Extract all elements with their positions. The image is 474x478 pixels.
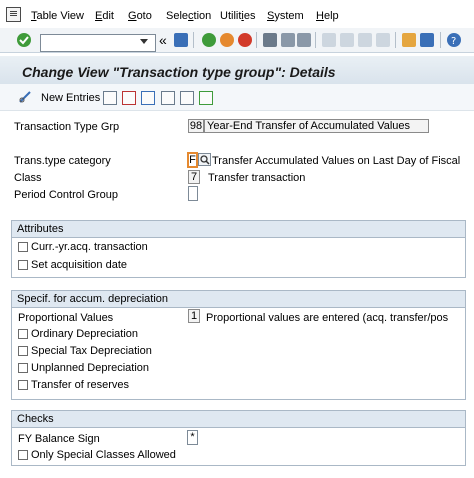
set-acquisition-date-label: Set acquisition date [31,259,128,271]
menu-edit[interactable]: Edit [95,10,114,22]
find-icon[interactable] [281,33,295,47]
checks-heading: Checks [12,411,465,428]
help-question-icon: ? [451,36,456,47]
new-entries-button[interactable]: New Entries [41,92,100,104]
copy-as-icon[interactable] [103,91,117,105]
print-icon[interactable] [263,33,277,47]
class-description: Transfer transaction [208,172,306,184]
transfer-of-reserves-checkbox[interactable] [18,380,28,390]
help-icon[interactable]: ? [447,33,461,47]
menu-goto[interactable]: Goto [128,10,152,22]
display-change-icon[interactable] [18,90,34,104]
attributes-heading: Attributes [12,221,465,238]
exit-icon[interactable] [220,33,234,47]
menu-help[interactable]: Help [316,10,339,22]
select-all-icon[interactable] [161,91,175,105]
pencil-glasses-icon [19,91,31,103]
search-help-icon[interactable] [198,153,211,166]
unplanned-depreciation-label: Unplanned Depreciation [31,362,150,374]
ordinary-depreciation-label: Ordinary Depreciation [31,328,138,340]
curr-yr-acq-label: Curr.-yr.acq. transaction [31,241,148,253]
transaction-type-grp-field: 98 [188,119,204,133]
curr-yr-acq-checkbox[interactable] [18,242,28,252]
proportional-values-field: 1 [188,309,200,323]
transfer-of-reserves-label: Transfer of reserves [31,379,130,391]
toolbar-separator [193,32,194,48]
select-block-icon[interactable] [180,91,194,105]
toolbar-separator [395,32,396,48]
svg-text:?: ? [451,36,456,47]
toolbar-separator [315,32,316,48]
special-tax-depreciation-label: Special Tax Depreciation [31,345,152,357]
proportional-values-label: Proportional Values [18,312,114,324]
menu-utilities[interactable]: Utilities [220,10,255,22]
menu-selection[interactable]: Selection [166,10,211,22]
period-control-group-label: Period Control Group [14,189,118,201]
previous-page-icon[interactable] [340,33,354,47]
create-session-icon[interactable] [402,33,416,47]
check-glyph-icon [19,36,29,45]
menu-system[interactable]: System [267,10,304,22]
first-page-icon[interactable] [322,33,336,47]
magnifier-icon [200,155,210,165]
undo-change-icon[interactable] [141,91,155,105]
enter-check-icon[interactable] [17,33,31,47]
delete-icon[interactable] [122,91,136,105]
page-title: Change View "Transaction type group": De… [22,64,336,80]
only-special-classes-label: Only Special Classes Allowed [31,449,176,461]
toolbar-separator [256,32,257,48]
proportional-values-description: Proportional values are entered (acq. tr… [206,312,449,324]
trans-type-category-field[interactable]: F [187,152,198,168]
deselect-all-icon[interactable] [199,91,213,105]
trans-type-category-label: Trans.type category [14,155,111,167]
accum-depreciation-heading: Specif. for accum. depreciation [12,291,465,308]
class-field: 7 [188,170,200,184]
period-control-group-field[interactable] [188,186,198,201]
back-icon[interactable] [202,33,216,47]
ordinary-depreciation-checkbox[interactable] [18,329,28,339]
command-dropdown-icon[interactable] [138,35,148,47]
transaction-type-grp-label: Transaction Type Grp [14,121,120,133]
find-next-icon[interactable] [297,33,311,47]
transaction-type-grp-description: Year-End Transfer of Accumulated Values [204,119,429,133]
shortcut-icon[interactable] [420,33,434,47]
fy-balance-sign-field[interactable]: * [187,430,198,445]
system-menu-icon[interactable] [6,7,21,22]
set-acquisition-date-checkbox[interactable] [18,260,28,270]
unplanned-depreciation-checkbox[interactable] [18,363,28,373]
menu-table-view[interactable]: Table View [31,10,84,22]
class-label: Class [14,172,42,184]
only-special-classes-checkbox[interactable] [18,450,28,460]
fy-balance-sign-label: FY Balance Sign [18,433,100,445]
trans-type-category-description: Transfer Accumulated Values on Last Day … [212,155,461,167]
last-page-icon[interactable] [376,33,390,47]
toolbar-separator [440,32,441,48]
back-chevrons-icon[interactable]: « [159,32,167,48]
cancel-icon[interactable] [238,33,252,47]
save-icon[interactable] [174,33,188,47]
next-page-icon[interactable] [358,33,372,47]
special-tax-depreciation-checkbox[interactable] [18,346,28,356]
